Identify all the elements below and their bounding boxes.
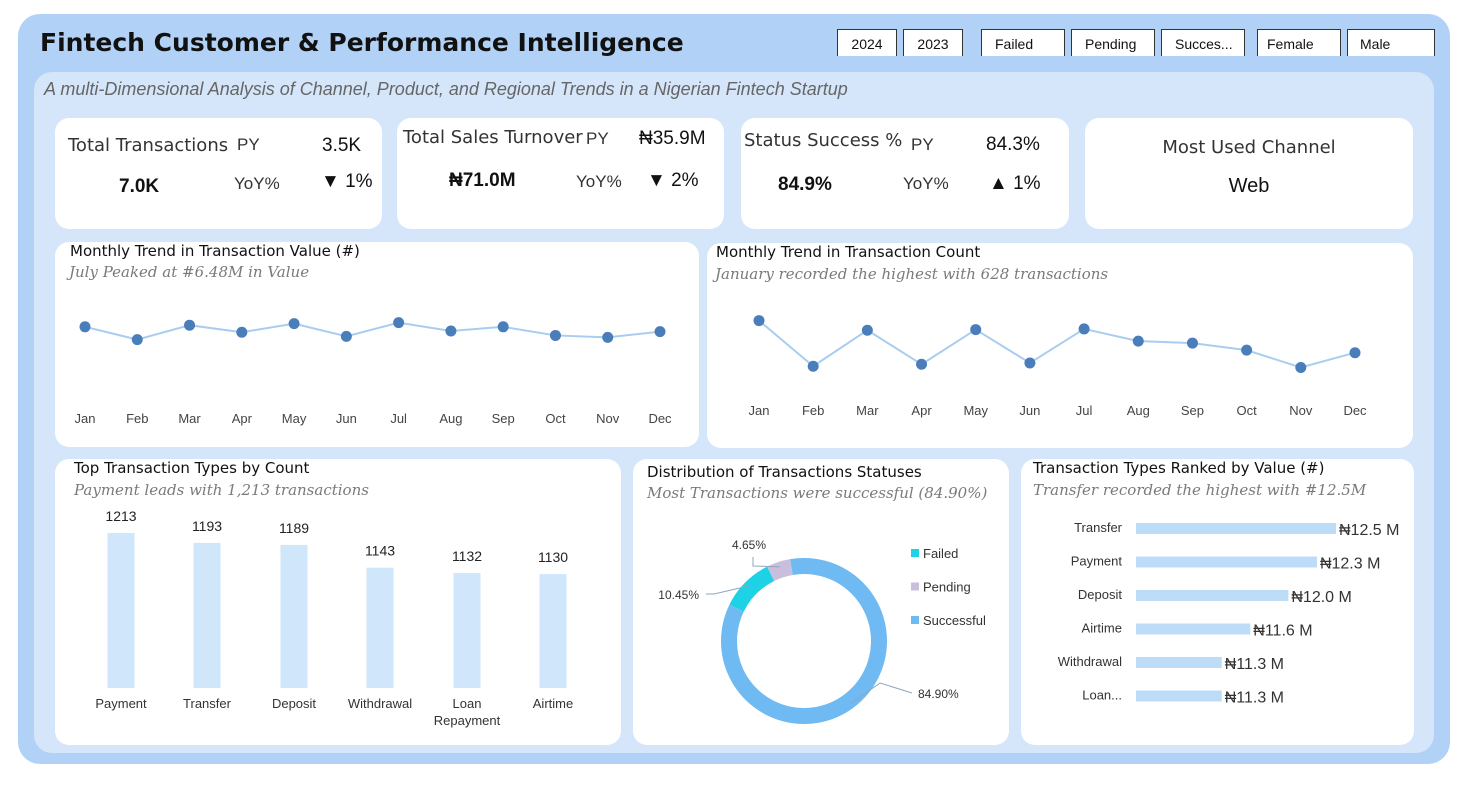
x-tick-label: Aug (439, 411, 462, 426)
data-point (340, 330, 352, 342)
chart-title: Transaction Types Ranked by Value (#) (1033, 459, 1325, 477)
data-point (602, 331, 614, 343)
data-point (184, 319, 196, 331)
x-tick-label: Dec (648, 411, 672, 426)
chart-subtitle: Transfer recorded the highest with #12.5… (1033, 481, 1367, 499)
chart-subtitle: Payment leads with 1,213 transactions (74, 481, 369, 499)
chart-card-status-dist: Distribution of Transactions Statuses Mo… (633, 459, 1009, 745)
data-point (79, 321, 91, 333)
x-tick-label: Mar (178, 411, 201, 426)
x-tick-label: Oct (545, 411, 566, 426)
data-point (131, 334, 143, 346)
data-point (236, 326, 248, 338)
chart-title: Top Transaction Types by Count (74, 459, 310, 477)
x-tick-label: Jun (336, 411, 357, 426)
data-point (654, 326, 666, 338)
chart-subtitle: January recorded the highest with 628 tr… (715, 265, 1109, 283)
x-tick-label: May (282, 411, 307, 426)
chart-card-type-value: Transaction Types Ranked by Value (#) Tr… (1021, 459, 1414, 745)
data-point (549, 329, 561, 341)
x-tick-label: Feb (126, 411, 148, 426)
x-tick-label: Nov (596, 411, 620, 426)
series-line (84, 321, 661, 341)
chart-subtitle: Most Transactions were successful (84.90… (647, 484, 988, 502)
data-point (288, 318, 300, 330)
chart-title: Monthly Trend in Transaction Count (716, 243, 981, 261)
data-point (393, 317, 405, 329)
chart-card-type-count: Top Transaction Types by Count Payment l… (55, 459, 621, 745)
data-point (445, 325, 457, 337)
chart-title: Distribution of Transactions Statuses (647, 463, 922, 481)
x-tick-label: Apr (232, 411, 253, 426)
data-point (497, 321, 509, 333)
x-tick-label: Jul (390, 411, 407, 426)
x-tick-label: Sep (492, 411, 515, 426)
chart-card-count-trend: Monthly Trend in Transaction Count Janua… (707, 243, 1413, 448)
x-tick-label: Jan (75, 411, 96, 426)
